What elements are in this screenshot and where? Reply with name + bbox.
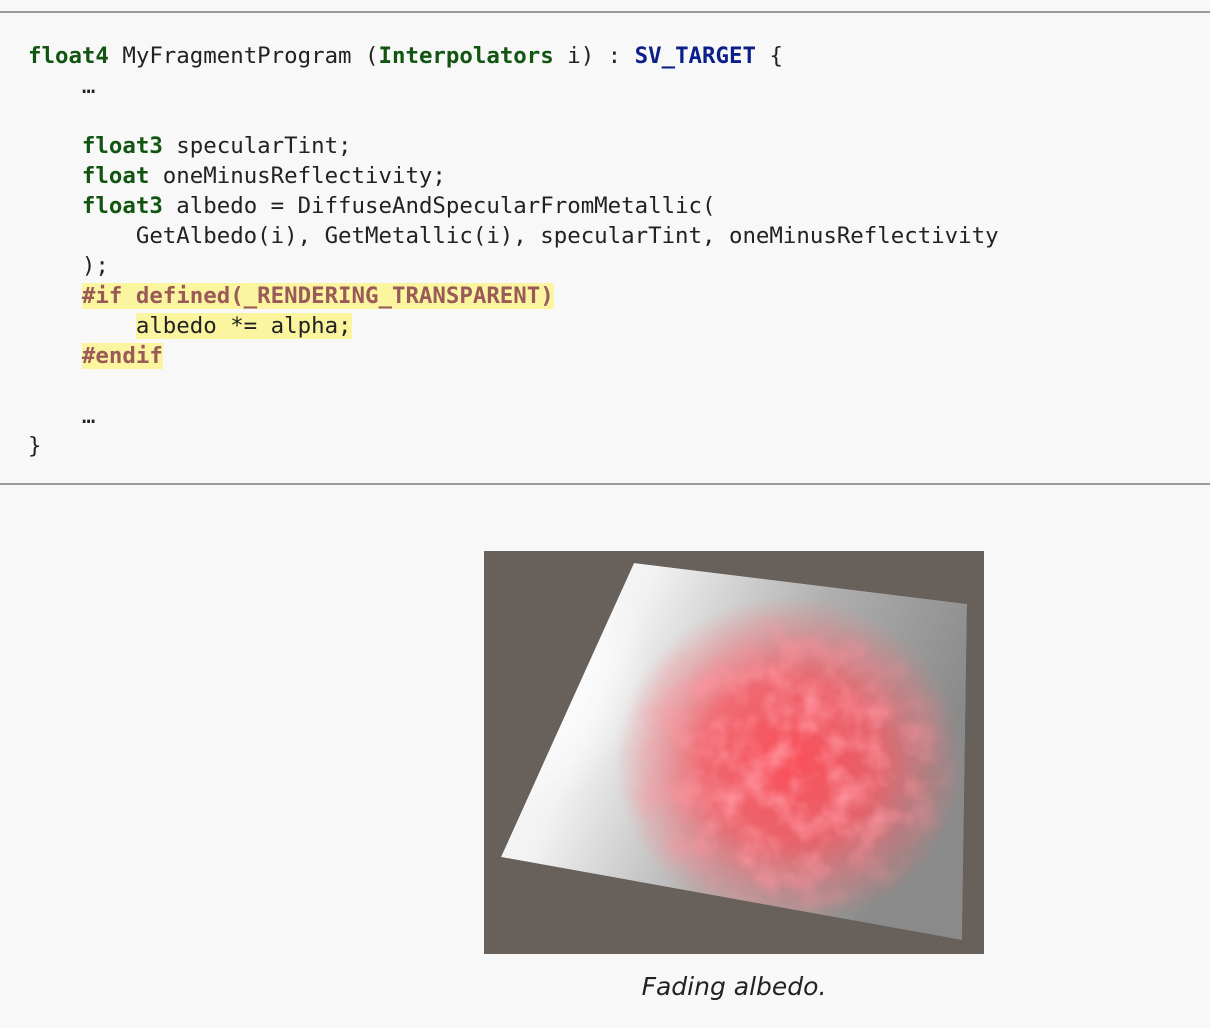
code-line-signature: float4 MyFragmentProgram (Interpolators … bbox=[28, 41, 999, 71]
return-type-keyword: float4 bbox=[28, 43, 109, 69]
semantic-keyword: SV_TARGET bbox=[634, 43, 756, 69]
code-listing: float4 MyFragmentProgram (Interpolators … bbox=[28, 41, 999, 461]
code-line-if-directive: #if defined(_RENDERING_TRANSPARENT) bbox=[28, 281, 999, 311]
declaration-rest: specularTint; bbox=[162, 133, 352, 159]
code-line-endif: #endif bbox=[28, 341, 999, 371]
code-line-specular: float3 specularTint; bbox=[28, 131, 999, 161]
param-type-keyword: Interpolators bbox=[378, 43, 554, 69]
alpha-statement: albedo *= alpha; bbox=[135, 313, 352, 339]
type-keyword: float bbox=[81, 163, 150, 189]
if-directive: #if defined(_RENDERING_TRANSPARENT) bbox=[81, 283, 554, 309]
open-brace: { bbox=[755, 43, 783, 69]
code-line-close-brace: } bbox=[28, 433, 42, 459]
code-line-albedo: float3 albedo = DiffuseAndSpecularFromMe… bbox=[28, 191, 999, 221]
code-line-ellipsis-top: … bbox=[28, 73, 96, 99]
code-line-reflectivity: float oneMinusReflectivity; bbox=[28, 161, 999, 191]
figure-caption: Fading albedo. bbox=[641, 972, 827, 1001]
code-line-ellipsis-bottom: … bbox=[28, 403, 96, 429]
declaration-rest: albedo = DiffuseAndSpecularFromMetallic( bbox=[162, 193, 716, 219]
function-name: MyFragmentProgram ( bbox=[108, 43, 379, 69]
code-line-arguments: GetAlbedo(i), GetMetallic(i), specularTi… bbox=[28, 223, 999, 249]
declaration-rest: oneMinusReflectivity; bbox=[149, 163, 446, 189]
type-keyword: float3 bbox=[81, 133, 163, 159]
code-line-alpha: albedo *= alpha; bbox=[28, 311, 999, 341]
fading-albedo-render bbox=[484, 551, 984, 954]
type-keyword: float3 bbox=[81, 193, 163, 219]
page: float4 MyFragmentProgram (Interpolators … bbox=[0, 0, 1210, 1028]
render-image bbox=[484, 551, 984, 954]
code-line-close-paren: ); bbox=[28, 253, 109, 279]
code-block: float4 MyFragmentProgram (Interpolators … bbox=[0, 11, 1210, 485]
endif-directive: #endif bbox=[81, 343, 163, 369]
param-rest: i) : bbox=[553, 43, 635, 69]
